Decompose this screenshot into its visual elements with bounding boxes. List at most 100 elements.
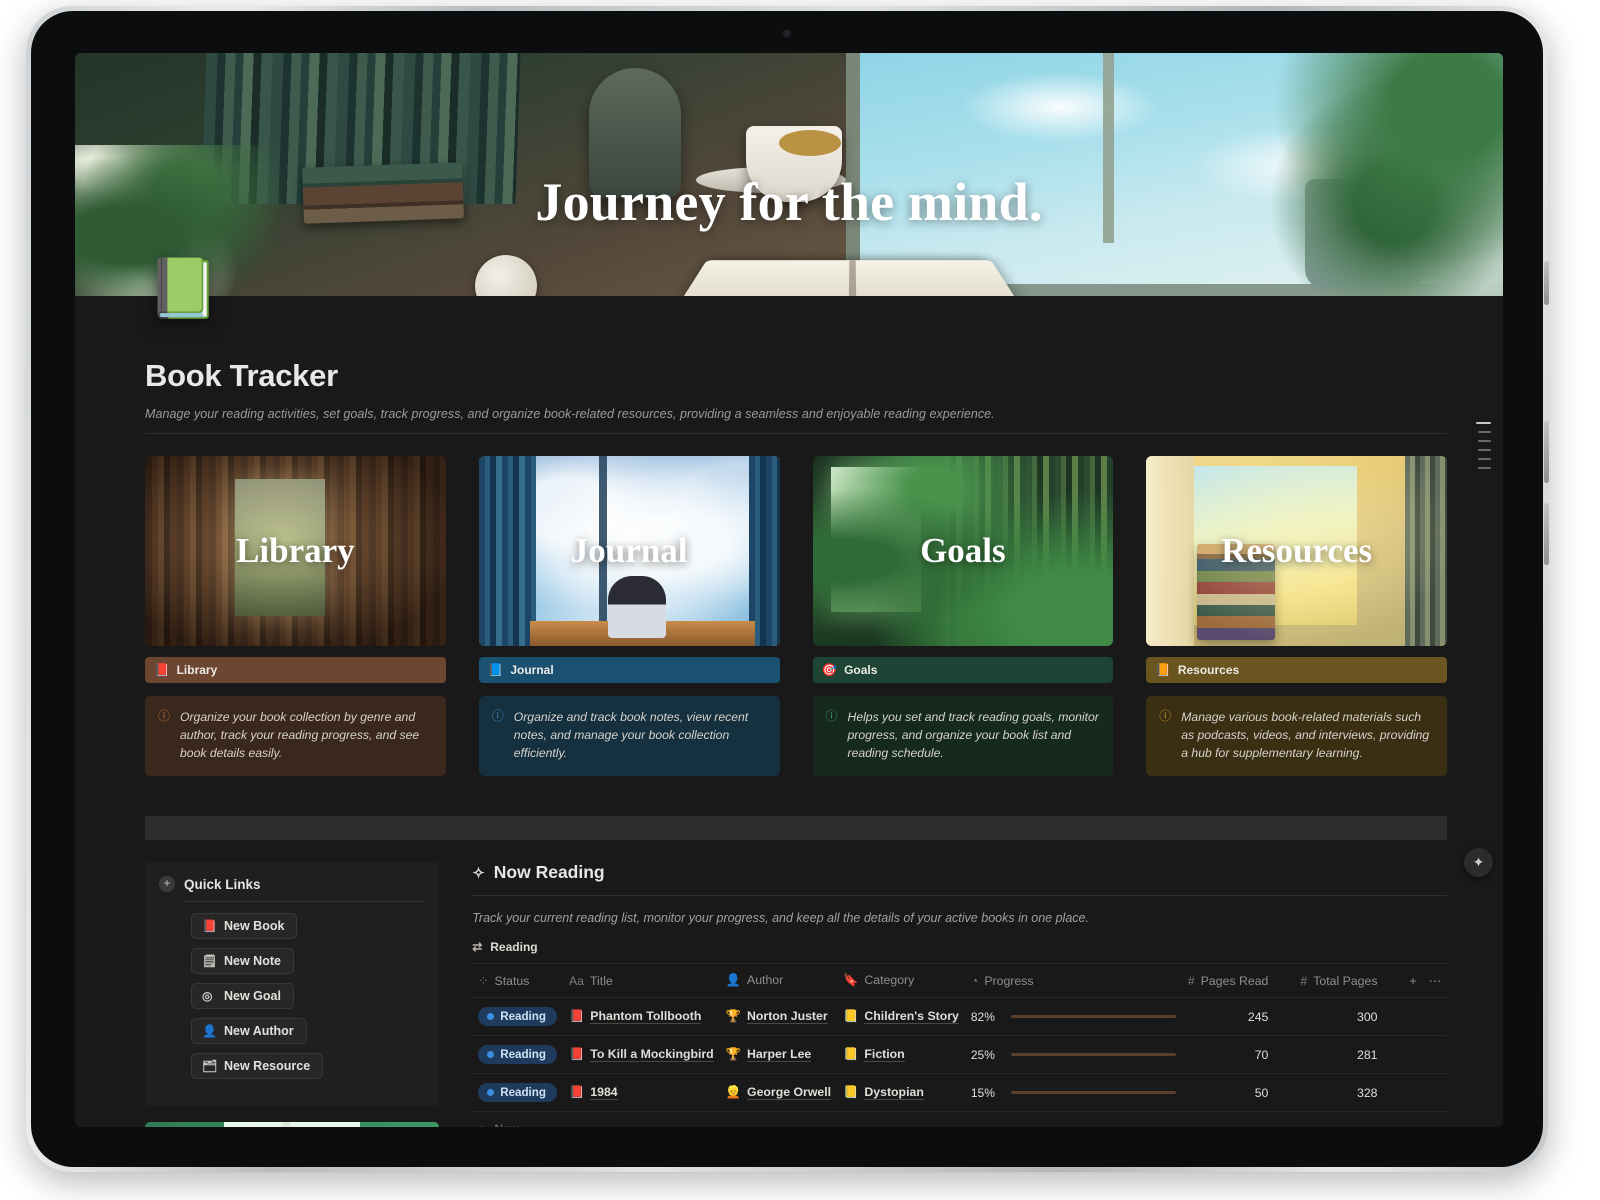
cell-title[interactable]: 📕 1984 — [562, 1073, 720, 1112]
card-goals-image-title: Goals — [920, 531, 1006, 570]
cell-category[interactable]: 📒 Dystopian — [837, 1073, 965, 1112]
card-resources: Resources 📙 Resources ⓘ Manage various b… — [1146, 456, 1447, 776]
card-goals: Goals 🎯 Goals ⓘ Helps you set and track … — [812, 456, 1114, 776]
now-reading-rule — [472, 895, 1447, 896]
text-icon: Aa — [568, 973, 584, 988]
cell-status[interactable]: Reading — [472, 1035, 563, 1074]
ai-assistant-button[interactable]: ✦ — [1464, 848, 1493, 877]
card-resources-link[interactable]: 📙 Resources — [1146, 657, 1447, 683]
cell-total-pages[interactable]: 281 — [1294, 1035, 1404, 1074]
volume-up-button[interactable] — [1544, 421, 1549, 483]
book-icon: 📕 — [568, 1085, 585, 1099]
column-header-pages-read[interactable]: # Pages Read — [1181, 963, 1295, 998]
cell-progress[interactable]: 15% — [964, 1073, 1182, 1112]
column-header-title[interactable]: Aa Title — [562, 963, 720, 998]
page-cover-banner[interactable]: Journey for the mind. — [75, 53, 1503, 296]
cell-total-pages[interactable]: 328 — [1294, 1073, 1404, 1112]
cell-author[interactable]: 👱 George Orwell — [719, 1073, 838, 1112]
progress-percent: 15% — [970, 1085, 995, 1100]
page-icon[interactable]: 📗 — [147, 258, 221, 320]
plus-icon: + — [478, 1122, 485, 1127]
toc-bar — [1478, 431, 1491, 433]
section-cards-row: Library 📕 Library ⓘ Organize your book c… — [145, 456, 1447, 776]
status-label: Reading — [500, 1010, 546, 1023]
tablet-screen: Journey for the mind. 📗 Book Tracker Man… — [75, 53, 1503, 1127]
progress-icon: ◔ — [970, 973, 979, 988]
quick-link-new-author[interactable]: 👤 New Author — [191, 1018, 307, 1044]
quick-link-new-note[interactable]: 🗒 New Note — [191, 948, 294, 974]
cell-category[interactable]: 📒 Children's Story — [837, 997, 965, 1036]
cell-author[interactable]: 🏆 Harper Lee — [719, 1035, 838, 1074]
volume-down-button[interactable] — [1544, 503, 1549, 565]
cell-title[interactable]: 📕 Phantom Tollbooth — [562, 997, 720, 1036]
card-resources-callout: ⓘ Manage various book-related materials … — [1146, 696, 1447, 776]
add-new-row-button[interactable]: + New — [472, 1112, 1447, 1127]
page-subtitle: Manage your reading activities, set goal… — [145, 407, 995, 421]
number-icon: # — [1300, 973, 1308, 988]
add-column-button[interactable]: + — [1403, 963, 1423, 998]
card-journal-link[interactable]: 📘 Journal — [478, 657, 780, 683]
cell-pages-read[interactable]: 245 — [1181, 997, 1295, 1036]
card-library: Library 📕 Library ⓘ Organize your book c… — [145, 456, 446, 776]
now-reading-heading: ✧ Now Reading — [472, 862, 1447, 883]
power-button[interactable] — [1544, 261, 1549, 305]
database-view-tab[interactable]: ⇄ Reading — [472, 940, 1447, 954]
cell-pages-read[interactable]: 50 — [1181, 1073, 1295, 1112]
cell-title[interactable]: 📕 To Kill a Mockingbird — [562, 1035, 720, 1074]
card-journal-callout: ⓘ Organize and track book notes, view re… — [478, 696, 780, 776]
card-goals-link-label: Goals — [844, 663, 878, 677]
card-journal: Journal 📘 Journal ⓘ Organize and track b… — [478, 456, 780, 776]
cell-spacer — [1422, 1035, 1447, 1074]
quick-link-new-book[interactable]: 📕 New Book — [191, 913, 298, 939]
card-goals-image[interactable]: Goals — [812, 456, 1114, 646]
now-reading-column: ✧ Now Reading Track your current reading… — [472, 862, 1447, 1127]
title-text: Phantom Tollbooth — [590, 1009, 702, 1024]
progress-percent: 25% — [970, 1047, 995, 1062]
cell-author[interactable]: 🏆 Norton Juster — [719, 997, 838, 1036]
card-library-image[interactable]: Library — [145, 456, 446, 646]
quick-links-rule — [184, 901, 424, 902]
card-library-link[interactable]: 📕 Library — [145, 657, 446, 683]
table-header-row: ⁘ Status Aa Title 👤 Author 🔖 Category ◔ … — [472, 963, 1447, 998]
quick-link-label: New Goal — [224, 989, 281, 1003]
cell-pages-read[interactable]: 70 — [1181, 1035, 1295, 1074]
folder-icon: 🗂 — [202, 1059, 218, 1073]
cell-status[interactable]: Reading — [472, 997, 563, 1036]
column-header-status[interactable]: ⁘ Status — [472, 963, 563, 998]
now-reading-heading-text: Now Reading — [493, 862, 605, 882]
column-header-category[interactable]: 🔖 Category — [837, 963, 965, 998]
cell-progress[interactable]: 25% — [964, 1035, 1182, 1074]
table-row[interactable]: Reading 📕 Phantom Tollbooth 🏆 Norton Juste… — [472, 997, 1447, 1036]
column-header-author[interactable]: 👤 Author — [719, 963, 838, 998]
cell-category[interactable]: 📒 Fiction — [837, 1035, 965, 1074]
cell-spacer — [1422, 997, 1447, 1036]
category-icon: 📒 — [843, 1009, 859, 1023]
book-icon: 📕 — [568, 1047, 585, 1061]
card-goals-link[interactable]: 🎯 Goals — [812, 657, 1114, 683]
toc-bar — [1478, 467, 1491, 469]
card-resources-image[interactable]: Resources — [1146, 456, 1447, 646]
status-dot-icon — [487, 1089, 495, 1096]
table-row[interactable]: Reading 📕 To Kill a Mockingbird 🏆 Harper L… — [472, 1035, 1447, 1074]
table-more-options-button[interactable]: ⋯ — [1422, 963, 1447, 998]
add-new-row-label: New — [494, 1122, 518, 1127]
page-title[interactable]: Book Tracker — [145, 358, 1447, 394]
cell-status[interactable]: Reading — [472, 1073, 563, 1112]
table-of-contents-indicator[interactable] — [1476, 422, 1491, 469]
cell-total-pages[interactable]: 300 — [1294, 997, 1404, 1036]
column-header-progress[interactable]: ◔ Progress — [964, 963, 1182, 998]
goals-page-icon: 🎯 — [821, 662, 838, 677]
card-journal-image[interactable]: Journal — [478, 456, 780, 646]
quick-link-new-goal[interactable]: ◎ New Goal — [191, 983, 294, 1009]
author-icon: 👱 — [725, 1085, 742, 1099]
column-header-total-pages[interactable]: # Total Pages — [1294, 963, 1404, 998]
plus-circle-icon[interactable]: + — [159, 876, 175, 892]
quick-link-new-resource[interactable]: 🗂 New Resource — [191, 1053, 324, 1079]
cell-progress[interactable]: 82% — [964, 997, 1182, 1036]
quick-link-label: New Resource — [224, 1059, 311, 1073]
table-row[interactable]: Reading 📕 1984 👱 George Orwell 📒 Dystopi… — [472, 1073, 1447, 1112]
person-icon: 👤 — [725, 973, 742, 987]
cell-spacer — [1403, 1035, 1423, 1074]
author-icon: 🏆 — [725, 1047, 742, 1061]
status-dot-icon — [487, 1051, 495, 1058]
